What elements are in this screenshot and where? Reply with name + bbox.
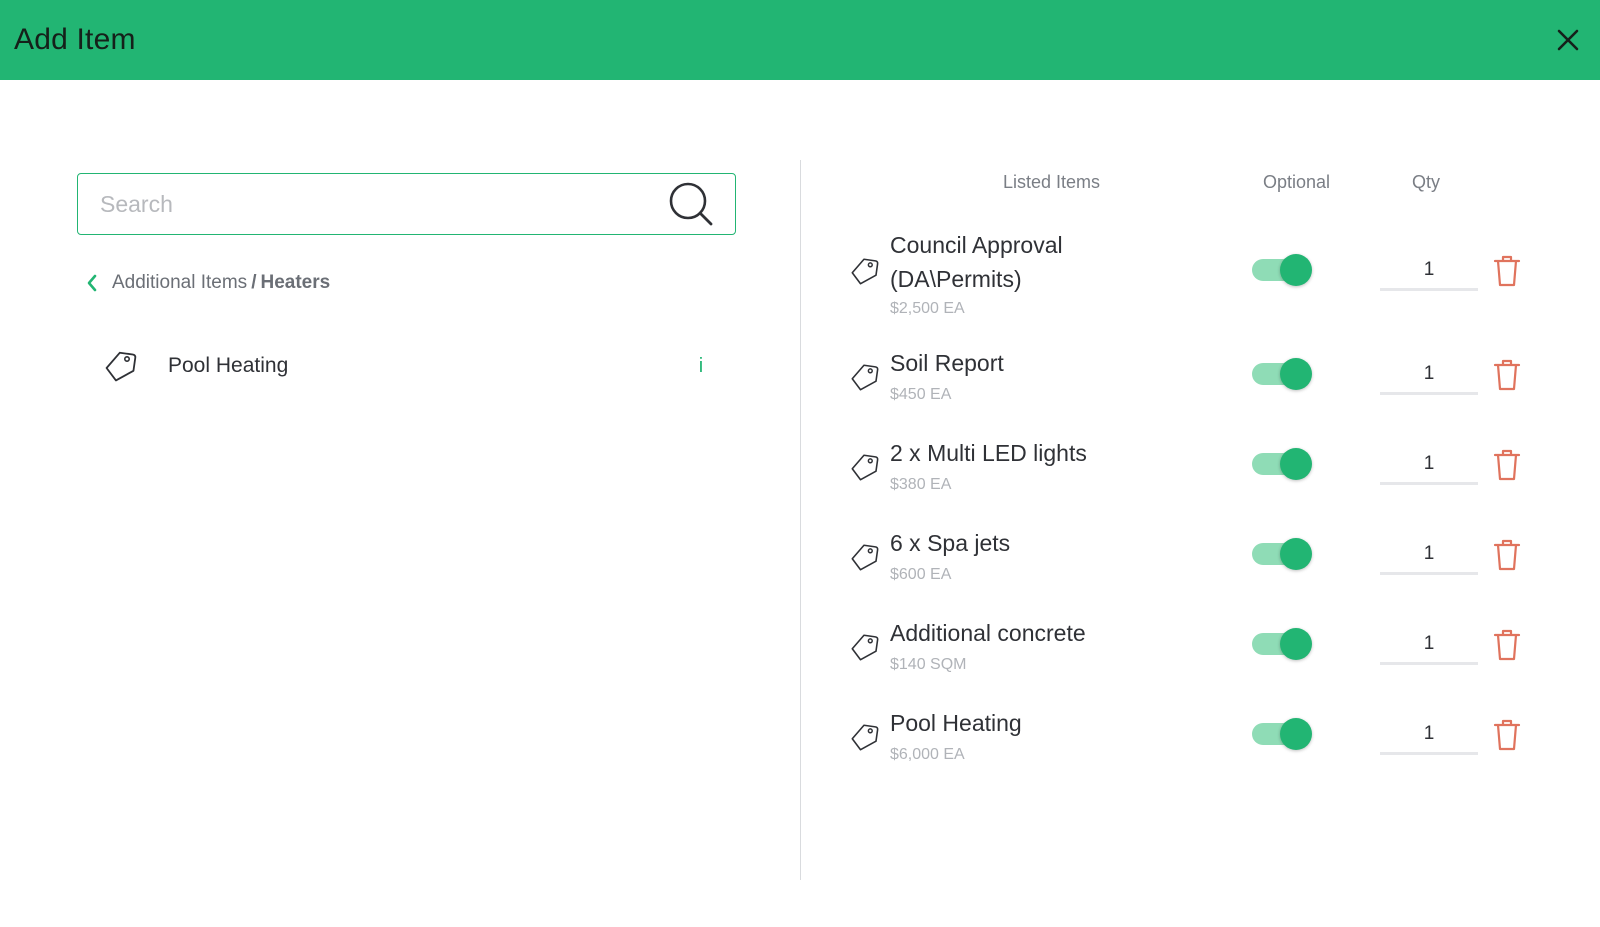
optional-toggle[interactable] bbox=[1252, 448, 1312, 480]
search-box bbox=[77, 173, 736, 235]
listed-item-price: $140 SQM bbox=[890, 656, 967, 673]
listed-item-title: 6 x Spa jets bbox=[890, 530, 1011, 556]
search-icon[interactable] bbox=[667, 180, 715, 228]
qty-input[interactable] bbox=[1380, 625, 1478, 662]
listed-item-row: 2 x Multi LED lights $380 EA bbox=[850, 440, 1530, 500]
tag-icon bbox=[851, 258, 879, 285]
breadcrumb-current: Heaters bbox=[260, 272, 331, 293]
trash-icon[interactable] bbox=[1492, 358, 1522, 392]
panel-divider bbox=[800, 160, 801, 880]
trash-icon[interactable] bbox=[1492, 538, 1522, 572]
optional-toggle[interactable] bbox=[1252, 538, 1312, 570]
dialog-title: Add Item bbox=[14, 23, 136, 56]
listed-item-price: $6,000 EA bbox=[890, 746, 965, 763]
qty-input[interactable] bbox=[1380, 715, 1478, 752]
breadcrumb-separator: / bbox=[251, 272, 257, 293]
trash-icon[interactable] bbox=[1492, 628, 1522, 662]
optional-toggle[interactable] bbox=[1252, 628, 1312, 660]
close-icon bbox=[1557, 29, 1579, 51]
listed-item-row: Council Approval (DA\Permits) $2,500 EA bbox=[850, 228, 1530, 324]
column-header-listed-items: Listed Items bbox=[1003, 172, 1101, 192]
dialog-header: Add Item bbox=[0, 0, 1600, 80]
listed-item-title: Additional concrete bbox=[890, 620, 1086, 646]
optional-toggle[interactable] bbox=[1252, 254, 1312, 286]
catalog-item-name: Pool Heating bbox=[168, 354, 289, 377]
listed-item-price: $2,500 EA bbox=[890, 300, 965, 317]
tag-icon bbox=[851, 454, 879, 481]
breadcrumb-parent[interactable]: Additional Items bbox=[112, 272, 247, 294]
listed-item-price: $600 EA bbox=[890, 566, 952, 583]
qty-input[interactable] bbox=[1380, 355, 1478, 392]
listed-item-row: Additional concrete $140 SQM bbox=[850, 620, 1530, 680]
column-header-qty: Qty bbox=[1412, 172, 1441, 192]
qty-input-wrapper bbox=[1380, 445, 1478, 485]
tag-icon bbox=[851, 634, 879, 661]
tag-icon bbox=[851, 724, 879, 751]
listed-item-row: 6 x Spa jets $600 EA bbox=[850, 530, 1530, 590]
trash-icon[interactable] bbox=[1492, 718, 1522, 752]
listed-item-title: Pool Heating bbox=[890, 710, 1022, 736]
qty-input-wrapper bbox=[1380, 535, 1478, 575]
search-input[interactable] bbox=[100, 190, 667, 218]
catalog-item-pool-heating[interactable]: Pool Heating i bbox=[104, 344, 708, 388]
qty-input-wrapper bbox=[1380, 715, 1478, 755]
qty-input[interactable] bbox=[1380, 535, 1478, 572]
qty-input-wrapper bbox=[1380, 625, 1478, 665]
tag-icon bbox=[105, 351, 137, 382]
tag-icon bbox=[851, 364, 879, 391]
tag-icon bbox=[851, 544, 879, 571]
close-button[interactable] bbox=[1550, 22, 1586, 58]
qty-input-wrapper bbox=[1380, 251, 1478, 291]
qty-input[interactable] bbox=[1380, 251, 1478, 288]
listed-item-price: $450 EA bbox=[890, 386, 952, 403]
listed-item-title: Soil Report bbox=[890, 350, 1004, 376]
info-icon[interactable]: i bbox=[694, 355, 708, 378]
breadcrumb: Additional Items / Heaters bbox=[86, 270, 330, 296]
listed-item-row: Pool Heating $6,000 EA bbox=[850, 710, 1530, 770]
optional-toggle[interactable] bbox=[1252, 718, 1312, 750]
optional-toggle[interactable] bbox=[1252, 358, 1312, 390]
listed-item-title-line2: (DA\Permits) bbox=[890, 266, 1022, 292]
chevron-left-icon[interactable] bbox=[86, 273, 102, 293]
column-header-optional: Optional bbox=[1263, 172, 1331, 192]
trash-icon[interactable] bbox=[1492, 254, 1522, 288]
listed-item-price: $380 EA bbox=[890, 476, 952, 493]
qty-input[interactable] bbox=[1380, 445, 1478, 482]
listed-item-row: Soil Report $450 EA bbox=[850, 350, 1530, 410]
listed-item-title: 2 x Multi LED lights bbox=[890, 440, 1087, 466]
listed-item-title: Council Approval bbox=[890, 232, 1063, 258]
trash-icon[interactable] bbox=[1492, 448, 1522, 482]
qty-input-wrapper bbox=[1380, 355, 1478, 395]
